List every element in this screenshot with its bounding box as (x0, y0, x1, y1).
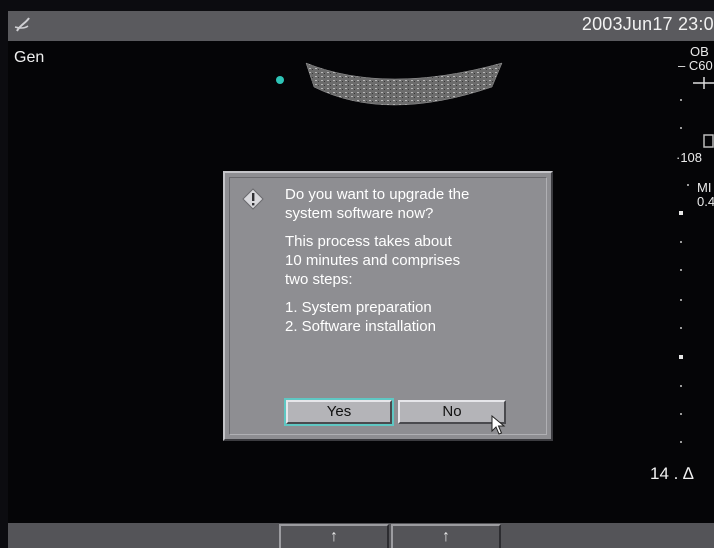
yes-button[interactable]: Yes (284, 398, 394, 426)
mi-label: MI (697, 180, 712, 195)
gain-slider-icon (693, 77, 714, 89)
upgrade-dialog: Do you want to upgrade the system softwa… (223, 171, 553, 441)
softkey-up-1[interactable]: ↑ (279, 524, 389, 548)
dialog-question: Do you want to upgrade the system softwa… (285, 186, 470, 222)
date-time-display: 2003Jun17 23:04 (581, 14, 714, 34)
ultrasound-image-sector (276, 62, 503, 106)
softkey-bar: ↑ ↑ (8, 523, 714, 548)
depth-marker (679, 355, 683, 359)
dialog-message: Do you want to upgrade the system softwa… (285, 185, 545, 345)
probe-label: – C60 (678, 58, 713, 73)
softkey-up-2[interactable]: ↑ (391, 524, 501, 548)
mi-value: 0.4 (697, 194, 714, 209)
no-button[interactable]: No (398, 400, 506, 424)
preset-label: OB (690, 44, 709, 59)
dialog-steps: 1. System preparation 2. Software instal… (285, 299, 436, 335)
focus-marker (276, 76, 284, 84)
depth-readout: 14 . ∆ (650, 464, 694, 483)
dialog-info: This process takes about 10 minutes and … (285, 233, 461, 288)
depth-marker (679, 211, 683, 215)
mouse-pointer-icon (491, 415, 506, 435)
ge-logo-icon (14, 17, 30, 32)
frame-rate-value: ·108 (676, 150, 703, 165)
top-status-bar: 2003Jun17 23:04 (8, 11, 714, 41)
ultrasound-screen: 2003Jun17 23:04 Gen OB – C60 ·108 MI 0.4 (8, 11, 714, 548)
freeze-icon (703, 134, 714, 148)
warning-diamond-icon (242, 188, 264, 210)
mode-label: Gen (14, 49, 45, 66)
